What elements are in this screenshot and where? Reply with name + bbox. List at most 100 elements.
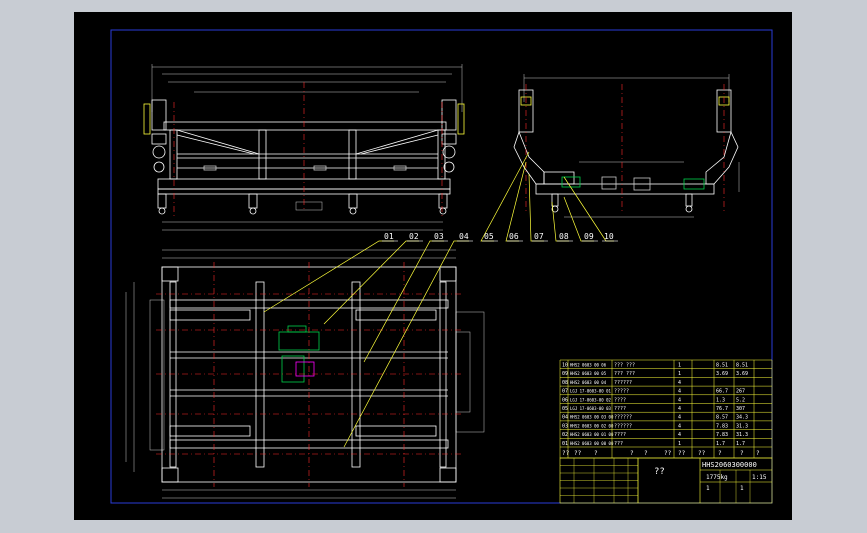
drawing-number: HHS2060300000 [702, 461, 757, 469]
callout-06: 06 [509, 232, 519, 241]
cad-drawing: 01 02 03 04 05 06 07 08 09 10 10 HHS2 0603 00 06??… [110, 29, 773, 504]
parts-header-cell: ?? [664, 450, 672, 457]
part-qty: 4 [678, 397, 681, 403]
part-qty: 4 [678, 406, 681, 412]
part-name: ??? ??? [614, 371, 635, 377]
part-mass: 3.69 [716, 371, 728, 377]
part-code: HHS2 0603 00 03 00 [570, 415, 614, 420]
part-code: HHS2 0603 00 02 00 [570, 423, 614, 428]
part-mass: 7.83 [716, 432, 728, 438]
callout-10: 10 [604, 232, 614, 241]
part-no: 06 [562, 397, 568, 403]
parts-list-table: 10 HHS2 0603 00 06??? ??? 1 8.51 8.5109 HHS2 … [559, 359, 773, 459]
parts-row: 04 HHS2 0603 00 03 00?????? 4 8.57 34.3 [560, 411, 772, 421]
part-qty: 4 [678, 389, 681, 395]
part-qty: 4 [678, 380, 681, 386]
parts-header-cell: ? [718, 450, 722, 457]
part-total: 1.7 [736, 441, 745, 447]
sheet-count: 1 [706, 485, 710, 492]
callout-04: 04 [459, 232, 469, 241]
parts-row: 06 LGJ 17-0603-00 02???? 4 1.3 5.2 [560, 394, 772, 403]
part-no: 04 [562, 415, 568, 421]
part-no: 10 [562, 363, 568, 369]
part-no: 01 [562, 441, 568, 447]
part-code: HHS2 0603 00 04 [570, 380, 607, 385]
parts-header-cell: ? [594, 450, 598, 457]
parts-row: 08 HHS2 0603 00 04?????? 4 [560, 377, 772, 386]
callout-08: 08 [559, 232, 569, 241]
parts-row: 01 HHS2 0603 00 00 00??? 1 1.7 1.7 [560, 438, 772, 447]
part-total: 31.3 [736, 432, 748, 438]
side-dimensions [523, 74, 740, 218]
callout-07: 07 [534, 232, 544, 241]
part-total: 307 [736, 406, 745, 412]
parts-header-cell: ?? [562, 450, 570, 457]
parts-row: 10 HHS2 0603 00 06 ??? ??? 1 8.51 8.51 [560, 359, 772, 369]
part-name: ???? [614, 397, 626, 403]
title-name: ?? [654, 467, 665, 477]
parts-header-cell: ? [644, 450, 648, 457]
callout-09: 09 [584, 232, 594, 241]
part-code: LGJ 17-0603-00 01 [570, 389, 612, 394]
part-name: ?????? [614, 423, 632, 429]
part-mass: 8.57 [716, 415, 728, 421]
part-mass: 8.51 [716, 363, 728, 369]
part-code: HHS2 0603 00 01 00 [570, 432, 614, 437]
parts-row: 02 HHS2 0603 00 01 00???? 4 7.83 31.3 [560, 429, 772, 438]
part-no: 02 [562, 432, 568, 438]
part-name: ?????? [614, 380, 632, 386]
part-name: ??? ??? [614, 363, 635, 369]
part-code: HHS2 0603 00 06 [570, 363, 607, 368]
part-mass: 76.7 [716, 406, 728, 412]
part-total: 5.2 [736, 397, 745, 403]
part-total: 8.51 [736, 363, 748, 369]
part-name: ???? [614, 406, 626, 412]
parts-header-cell: ? [756, 450, 760, 457]
part-qty: 1 [678, 371, 681, 377]
part-no: 03 [562, 423, 568, 429]
part-qty: 1 [678, 441, 681, 447]
part-qty: 4 [678, 415, 681, 421]
part-name: ??? [614, 441, 623, 447]
side-view [513, 74, 740, 218]
part-mass: 1.3 [716, 397, 725, 403]
part-no: 05 [562, 406, 568, 412]
part-code: HHS2 0603 00 00 00 [570, 441, 614, 446]
plan-centerlines [156, 262, 464, 487]
part-mass: 7.83 [716, 423, 728, 429]
part-total: 31.3 [736, 423, 748, 429]
part-name: ???? [614, 432, 626, 438]
drawing-sheet: 01 02 03 04 05 06 07 08 09 10 10 HHS2 0603 00 06??… [74, 12, 792, 520]
part-code: LGJ 17-0603-00 03 [570, 406, 612, 411]
drawing-border [110, 29, 773, 504]
part-code: LGJ 17-0603-00 02 [570, 397, 612, 402]
callout-05: 05 [484, 232, 494, 241]
part-mass: 1.7 [716, 441, 725, 447]
part-total: 267 [736, 389, 745, 395]
part-name: ????? [614, 389, 629, 395]
part-qty: 4 [678, 432, 681, 438]
callout-02: 02 [409, 232, 419, 241]
parts-row: 05 LGJ 17-0603-00 03???? 4 76.7 307 [560, 403, 772, 412]
part-no: 09 [562, 371, 568, 377]
part-total: 34.3 [736, 415, 748, 421]
sheet-number: 1 [740, 485, 744, 492]
parts-header-cell: ? [630, 450, 634, 457]
part-mass: 66.7 [716, 389, 728, 395]
callout-03: 03 [434, 232, 444, 241]
part-qty: 1 [678, 363, 681, 369]
callout-labels: 01 02 03 04 05 06 07 08 09 10 [382, 232, 618, 242]
part-no: 07 [562, 389, 568, 395]
part-code: HHS2 0603 00 05 [570, 371, 607, 376]
part-total: 3.69 [736, 371, 748, 377]
parts-header-cell: ?? [574, 450, 582, 457]
front-dimensions [151, 64, 463, 112]
parts-row: 09 HHS2 0603 00 05 ??? ??? 1 3.69 3.69 [560, 368, 772, 377]
part-qty: 4 [678, 423, 681, 429]
drawing-mass: 1775kg [706, 474, 728, 481]
part-name: ?????? [614, 415, 632, 421]
title-block: ?? HHS2060300000 1775kg 1:15 1 1 [559, 457, 773, 504]
parts-header-cell: ?? [678, 450, 686, 457]
side-centerlines [525, 84, 725, 212]
parts-row: 03 HHS2 0603 00 02 00?????? 4 7.83 31.3 [560, 420, 772, 429]
